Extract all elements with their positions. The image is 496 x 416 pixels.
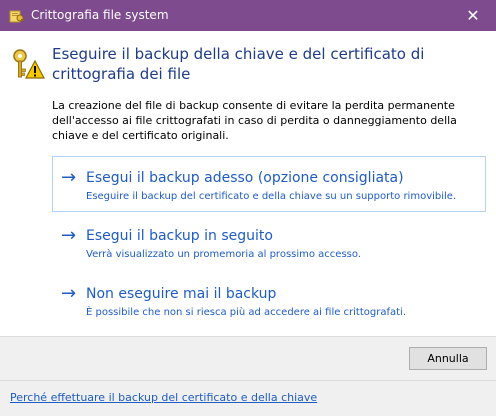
title-bar: Crittografia file system ✕: [0, 0, 496, 31]
option-title: Esegui il backup in seguito: [86, 228, 273, 244]
option-subtitle: È possibile che non si riesca più ad acc…: [86, 307, 407, 318]
close-icon: ✕: [466, 6, 480, 25]
help-area: Perché effettuare il backup del certific…: [0, 381, 496, 416]
certificate-key-icon: [9, 10, 24, 23]
window-title: Crittografia file system: [31, 8, 169, 22]
close-button[interactable]: ✕: [450, 0, 496, 31]
arrow-right-icon: →: [61, 167, 77, 188]
option-subtitle: Verrà visualizzato un promemoria al pros…: [86, 249, 361, 260]
key-warning-icon: [13, 49, 45, 79]
cancel-button[interactable]: Annulla: [409, 347, 487, 370]
backup-later-option[interactable]: → Esegui il backup in seguito Verrà visu…: [52, 214, 486, 270]
option-title: Esegui il backup adesso (opzione consigl…: [86, 170, 404, 186]
dialog-heading: Eseguire il backup della chiave e del ce…: [52, 45, 425, 83]
option-title: Non eseguire mai il backup: [86, 286, 277, 302]
help-link[interactable]: Perché effettuare il backup del certific…: [10, 391, 317, 404]
arrow-right-icon: →: [61, 283, 77, 304]
backup-now-option[interactable]: → Esegui il backup adesso (opzione consi…: [52, 156, 486, 212]
dialog-description: La creazione del file di backup consente…: [52, 99, 457, 142]
button-bar: Annulla: [0, 336, 496, 380]
dialog-content: Eseguire il backup della chiave e del ce…: [0, 31, 496, 336]
arrow-right-icon: →: [61, 225, 77, 246]
option-subtitle: Eseguire il backup del certificato e del…: [86, 191, 457, 202]
never-backup-option[interactable]: → Non eseguire mai il backup È possibile…: [52, 272, 486, 328]
